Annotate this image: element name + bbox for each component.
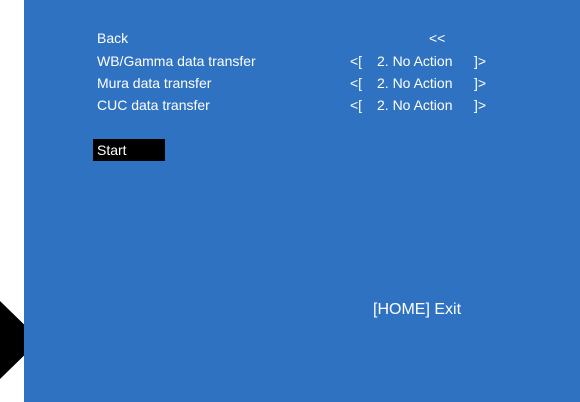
wb-gamma-transfer-label: WB/Gamma data transfer (97, 53, 256, 69)
mura-transfer-value: 2. No Action (377, 75, 453, 91)
menu-item-wb-gamma-transfer[interactable]: WB/Gamma data transfer <[ 2. No Action ]… (24, 50, 580, 72)
back-marker: << (429, 30, 446, 46)
option-increase-marker[interactable]: ]> (474, 72, 486, 94)
option-decrease-marker[interactable]: <[ (350, 50, 362, 72)
wb-gamma-transfer-value: 2. No Action (377, 53, 453, 69)
mura-transfer-label: Mura data transfer (97, 75, 212, 91)
service-menu-screen: Back << WB/Gamma data transfer <[ 2. No … (24, 0, 580, 402)
menu-item-cuc-transfer[interactable]: CUC data transfer <[ 2. No Action ]> (24, 94, 580, 116)
start-button[interactable]: Start (93, 139, 165, 161)
menu-item-mura-transfer[interactable]: Mura data transfer <[ 2. No Action ]> (24, 72, 580, 94)
option-decrease-marker[interactable]: <[ (350, 94, 362, 116)
option-decrease-marker[interactable]: <[ (350, 72, 362, 94)
cuc-transfer-value: 2. No Action (377, 97, 453, 113)
menu-item-back[interactable]: Back << (24, 27, 580, 49)
back-label: Back (97, 30, 129, 46)
home-exit-hint: [HOME] Exit (373, 301, 462, 318)
option-increase-marker[interactable]: ]> (474, 50, 486, 72)
option-increase-marker[interactable]: ]> (474, 94, 486, 116)
cuc-transfer-label: CUC data transfer (97, 97, 210, 113)
